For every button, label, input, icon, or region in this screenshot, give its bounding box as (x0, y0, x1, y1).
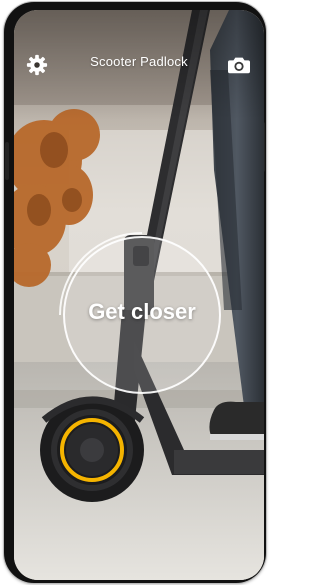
app-title: Scooter Padlock (90, 54, 188, 69)
scan-target-circle: Get closer (63, 236, 221, 394)
camera-icon (228, 57, 250, 74)
phone-frame: Scooter Padlock Get closer (4, 2, 266, 583)
scan-status-text: Get closer (88, 299, 196, 324)
camera-button[interactable] (228, 55, 250, 75)
settings-button[interactable] (26, 54, 48, 76)
gear-icon (26, 54, 48, 76)
volume-button (5, 142, 9, 180)
camera-screen[interactable]: Scooter Padlock Get closer (14, 10, 264, 580)
